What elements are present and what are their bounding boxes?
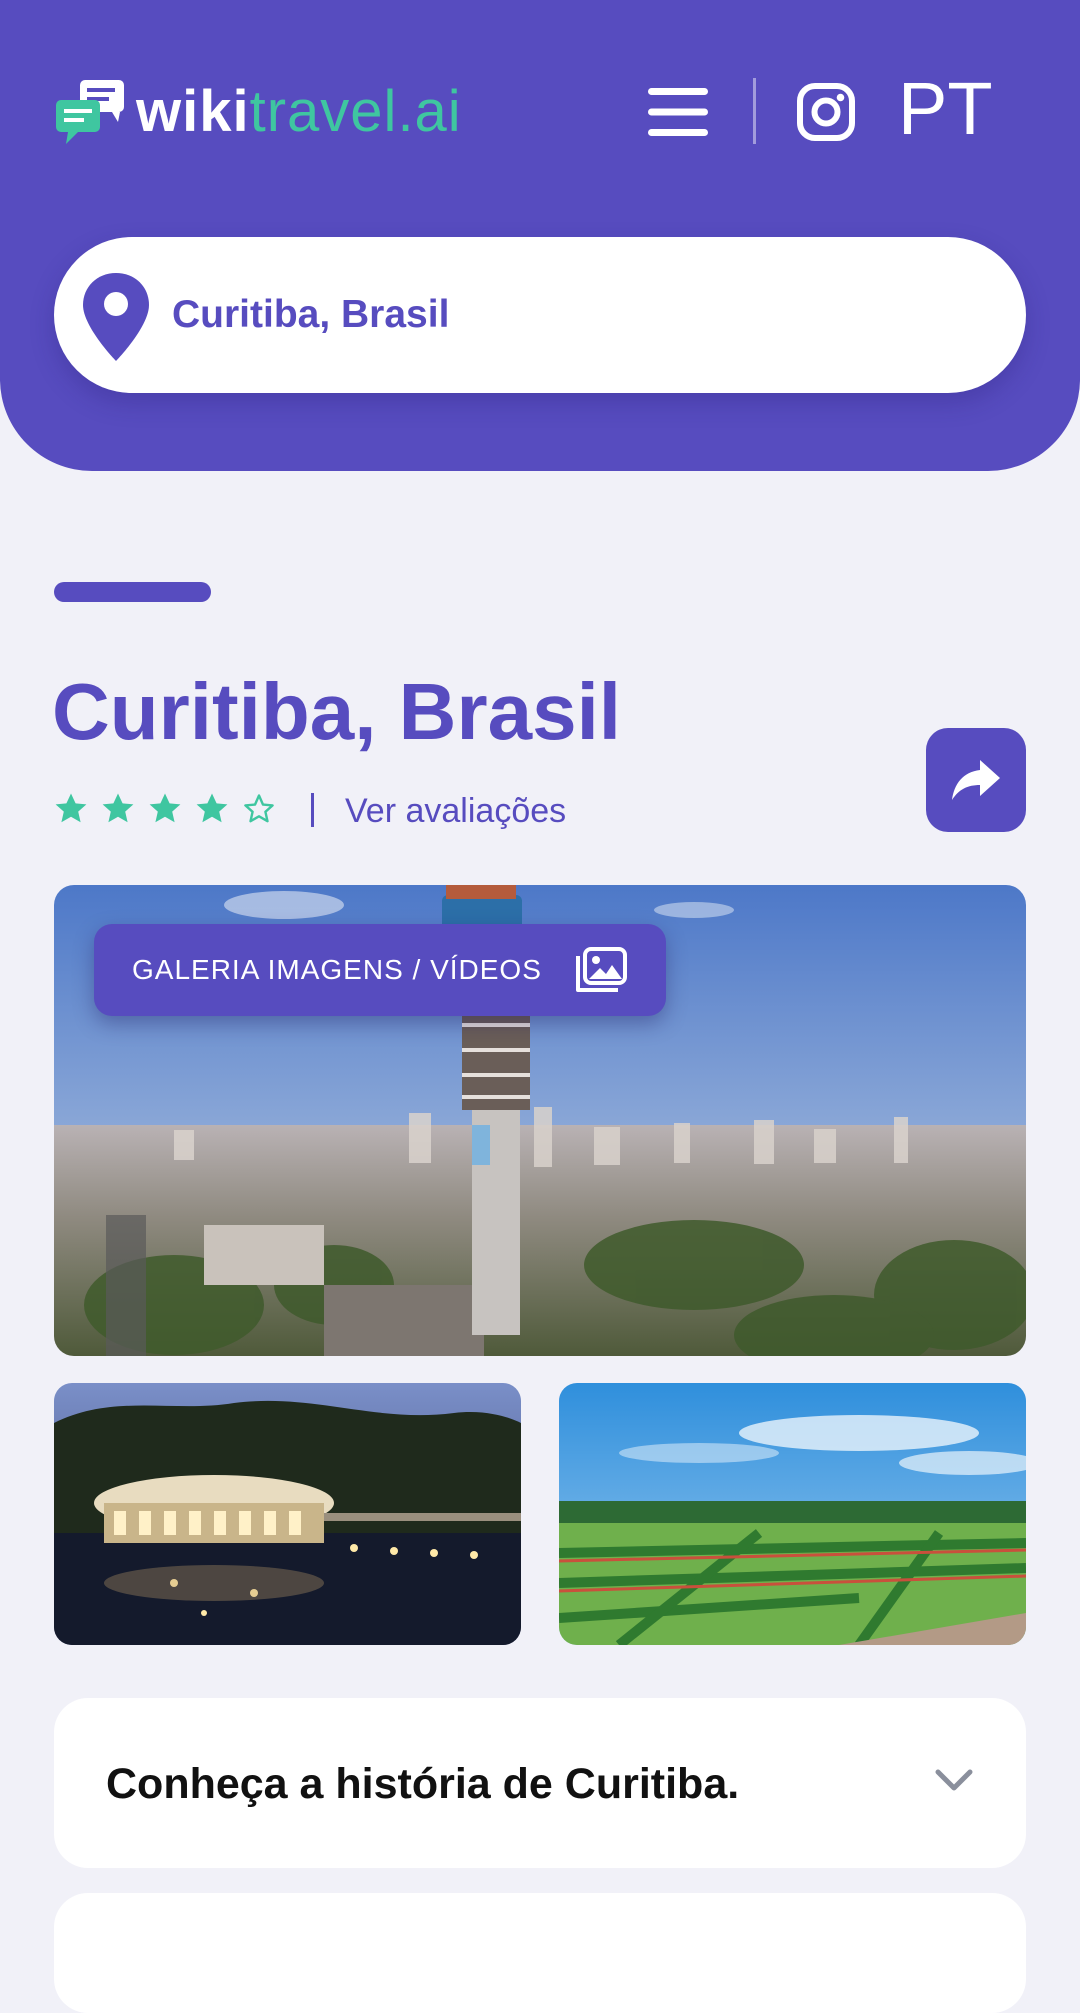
image-gallery-icon [576,947,627,992]
history-accordion[interactable]: Conheça a história de Curitiba. [54,1698,1026,1868]
gallery-button[interactable]: GALERIA IMAGENS / VÍDEOS [94,924,666,1016]
logo-wordmark: wikitravel.ai [136,83,462,141]
header-divider [753,78,756,144]
share-button[interactable] [926,728,1026,832]
star-filled-icon [149,793,181,823]
section-accent-bar [54,582,211,602]
thumbnail-jardim-botanico[interactable] [559,1383,1026,1645]
star-filled-icon [196,793,228,823]
app-header: wikitravel.ai PT Curitiba, Brasil [0,0,1080,471]
page-title: Curitiba, Brasil [52,667,622,756]
search-input[interactable]: Curitiba, Brasil [172,293,449,337]
logo-travel-text: travel.ai [249,79,462,144]
next-accordion-card[interactable] [54,1893,1026,2013]
language-selector[interactable]: PT [898,72,993,146]
night-theater-image [54,1383,521,1645]
logo-wiki-text: wiki [136,79,250,144]
location-pin-icon [83,273,149,361]
accordion-title: Conheça a história de Curitiba. [106,1760,740,1808]
hamburger-menu-icon[interactable] [648,86,708,138]
gallery-button-label: GALERIA IMAGENS / VÍDEOS [132,954,542,985]
garden-landscape-image [559,1383,1026,1645]
instagram-icon[interactable] [796,82,856,142]
rating-divider [311,793,314,827]
chat-bubbles-logo-icon [56,80,124,144]
star-empty-icon [244,794,274,823]
chevron-down-icon [935,1769,973,1791]
wikitravel-logo[interactable]: wikitravel.ai [54,78,462,146]
star-rating [54,792,276,826]
star-filled-icon [102,793,134,823]
share-arrow-icon [952,760,1000,800]
star-filled-icon [55,793,87,823]
reviews-link[interactable]: Ver avaliações [345,792,566,831]
location-search[interactable]: Curitiba, Brasil [54,237,1026,393]
thumbnail-opera-de-arame[interactable] [54,1383,521,1645]
